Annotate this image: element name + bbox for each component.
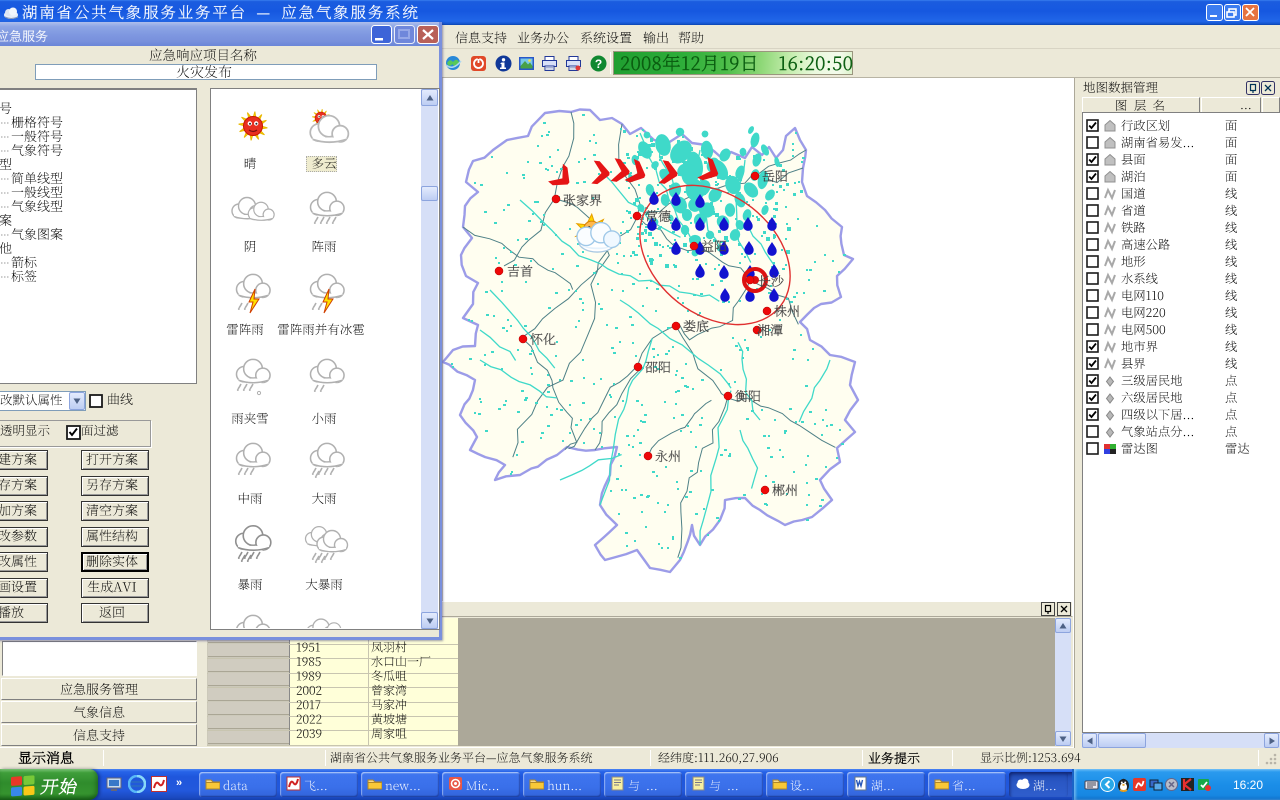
svg-text:?: ? xyxy=(595,57,602,71)
